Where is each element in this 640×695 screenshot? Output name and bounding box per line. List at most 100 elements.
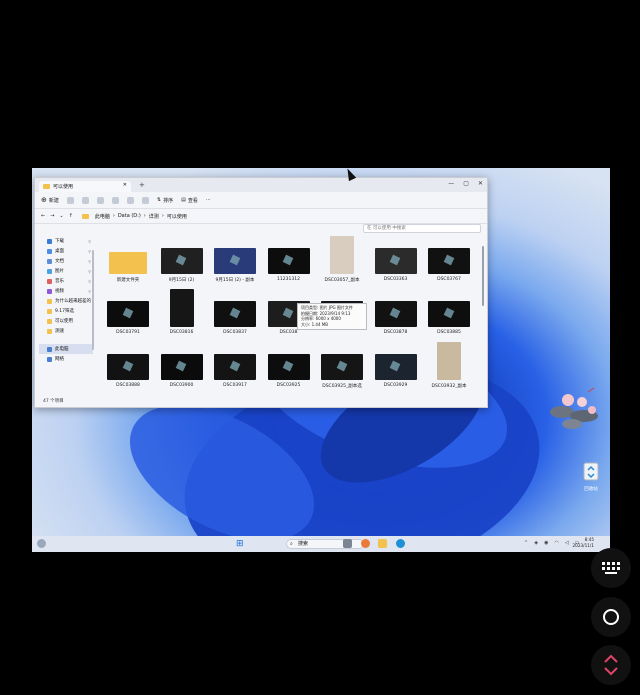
file-item[interactable]: DSC03363: [371, 236, 421, 282]
clock[interactable]: 8:45 2023/11/1: [573, 537, 594, 549]
file-item[interactable]: DSC03791: [103, 289, 153, 335]
breadcrumb[interactable]: 此电脑 › Data (D:) › 详测 › 可以使用: [81, 213, 187, 220]
pin-icon: ⚲: [88, 278, 91, 284]
start-button[interactable]: ⊞: [236, 539, 244, 549]
thumbnail-detail: [175, 360, 187, 372]
close-button[interactable]: ✕: [478, 180, 483, 187]
sidebar-item-network[interactable]: 网络: [39, 354, 93, 364]
sidebar-item[interactable]: 可以使用: [39, 316, 93, 326]
view-icon: ▤: [181, 197, 186, 203]
breadcrumb-item[interactable]: 此电脑: [95, 213, 110, 220]
paste-icon[interactable]: [96, 196, 104, 204]
address-bar: ← → ⌄ ↑ 此电脑 › Data (D:) › 详测 › 可以使用: [35, 209, 487, 224]
home-button[interactable]: [591, 597, 631, 637]
circle-icon: [603, 609, 619, 625]
sidebar-scrollbar[interactable]: [92, 250, 94, 350]
file-item[interactable]: DSC03057_副本: [317, 236, 367, 283]
edge-icon[interactable]: [396, 539, 405, 548]
file-item[interactable]: DSC03925: [264, 342, 314, 388]
maximize-button[interactable]: ▢: [463, 180, 469, 187]
search-input[interactable]: 在 可以使用 中搜索: [363, 224, 481, 233]
wifi-icon[interactable]: ◠: [554, 540, 558, 546]
flower-decoration: [550, 387, 598, 429]
file-item[interactable]: DSC03816: [157, 289, 207, 335]
tab-close-icon[interactable]: ✕: [123, 182, 127, 188]
tab-current-folder[interactable]: 可以使用 ✕: [39, 181, 131, 192]
sidebar-item-this-pc[interactable]: 此电脑: [39, 344, 93, 354]
thumbnail-detail: [282, 360, 294, 372]
window-controls: — ▢ ✕: [448, 180, 483, 187]
delete-icon[interactable]: [141, 196, 149, 204]
sidebar-item[interactable]: 视频 ⚲: [39, 286, 93, 296]
breadcrumb-item[interactable]: 可以使用: [167, 213, 187, 220]
taskbar-search-box[interactable]: ⌕ 搜索: [286, 539, 364, 549]
up-icon[interactable]: ↑: [69, 213, 73, 219]
search-icon: ⌕: [290, 541, 293, 547]
new-button[interactable]: ⊕ 新建: [41, 196, 59, 204]
volume-icon[interactable]: ◁: [565, 540, 569, 546]
image-thumbnail: [428, 301, 470, 327]
recycle-bin[interactable]: 回收站: [579, 460, 603, 492]
folder-item[interactable]: 新建文件夹: [103, 236, 153, 283]
computer-icon: [47, 346, 52, 352]
file-item[interactable]: DSC03878: [371, 289, 421, 335]
new-tab-button[interactable]: +: [139, 181, 145, 189]
thumbnail-detail: [282, 254, 294, 266]
breadcrumb-item[interactable]: Data (D:): [118, 213, 141, 219]
thumbnail-detail: [175, 254, 187, 266]
share-icon[interactable]: [126, 196, 134, 204]
file-item[interactable]: DSC03837: [210, 289, 260, 335]
sidebar-item[interactable]: 音乐 ⚲: [39, 276, 93, 286]
view-button[interactable]: ▤ 查看: [181, 197, 198, 204]
sidebar-item[interactable]: 为什么越来越差的: [39, 296, 93, 306]
sidebar-item[interactable]: 文档 ⚲: [39, 256, 93, 266]
file-name: DSC03878: [383, 330, 408, 335]
tray-app-icon[interactable]: ◈: [534, 540, 538, 546]
pin-icon: ⚲: [88, 248, 91, 254]
file-item[interactable]: DSC03885: [424, 289, 474, 335]
sidebar-item[interactable]: 9.17筛选: [39, 306, 93, 316]
copy-icon[interactable]: [81, 196, 89, 204]
image-thumbnail: [374, 354, 417, 380]
expand-button[interactable]: [591, 645, 631, 685]
file-item[interactable]: DSC03929: [371, 342, 421, 388]
file-explorer-window[interactable]: 可以使用 ✕ + — ▢ ✕ ⊕ 新建 ⇅ 排序 ▤ 查看 ··· ← → ⌄ …: [34, 177, 488, 408]
file-item[interactable]: DSC03900: [157, 342, 207, 388]
file-item[interactable]: DSC03917: [210, 342, 260, 388]
folder-icon: [47, 318, 52, 324]
more-button[interactable]: ···: [206, 197, 211, 203]
breadcrumb-item[interactable]: 详测: [149, 213, 159, 220]
rename-icon[interactable]: [111, 196, 119, 204]
app-icon[interactable]: [361, 539, 370, 548]
image-thumbnail: [267, 354, 310, 380]
dropdown-icon[interactable]: ⌄: [59, 213, 63, 219]
tab-bar: 可以使用 ✕ + — ▢ ✕: [35, 178, 487, 192]
widgets-icon[interactable]: [37, 539, 46, 548]
chevron-up-icon[interactable]: ⌃: [524, 540, 528, 546]
file-item[interactable]: DSC03925_副本选: [317, 342, 367, 389]
sidebar-item[interactable]: 桌面 ⚲: [39, 246, 93, 256]
file-item[interactable]: DSC03888: [103, 342, 153, 388]
sidebar-item[interactable]: 下载 ⚲: [39, 236, 93, 246]
minimize-button[interactable]: —: [448, 180, 454, 187]
sidebar-item-label: 此电脑: [55, 347, 69, 352]
sort-button[interactable]: ⇅ 排序: [157, 197, 173, 204]
cut-icon[interactable]: [66, 196, 74, 204]
content-scrollbar[interactable]: [482, 246, 484, 306]
folder-icon: [47, 268, 52, 274]
file-item[interactable]: 11231312: [264, 236, 314, 282]
file-item[interactable]: 9月15日 (2) - 副本: [210, 236, 260, 283]
sidebar-item[interactable]: 图片 ⚲: [39, 266, 93, 276]
file-explorer-taskbar-icon[interactable]: [378, 539, 387, 548]
folder-icon: [109, 252, 147, 274]
file-item[interactable]: 9月15日 (2): [157, 236, 207, 283]
file-item[interactable]: DSC03767: [424, 236, 474, 282]
sidebar-item[interactable]: 测速: [39, 326, 93, 336]
forward-icon[interactable]: →: [50, 213, 54, 219]
back-icon[interactable]: ←: [41, 213, 45, 219]
keyboard-button[interactable]: [591, 548, 631, 588]
tray-app-icon[interactable]: ◉: [544, 540, 548, 546]
thumbnail-detail: [389, 307, 401, 319]
file-item[interactable]: DSC03932_副本: [424, 342, 474, 389]
taskview-icon[interactable]: [343, 539, 352, 548]
